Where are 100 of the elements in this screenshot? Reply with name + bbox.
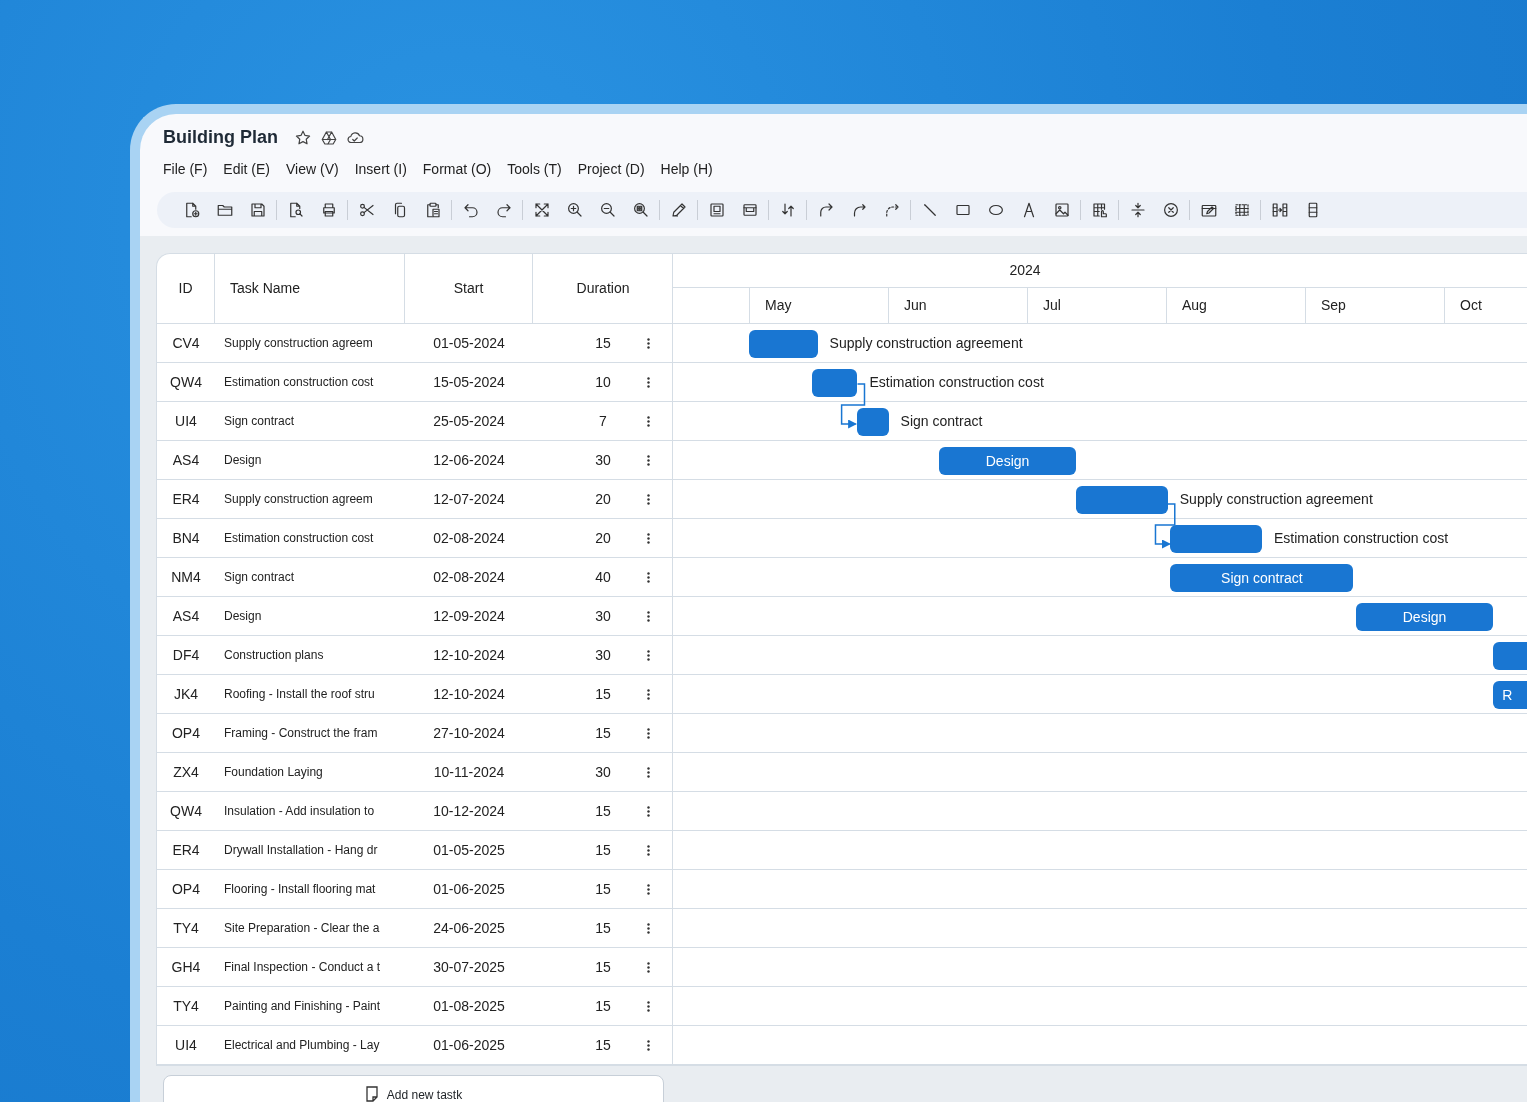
table-cell-text: 12-09-2024 bbox=[432, 606, 506, 626]
month-label: Sep bbox=[1321, 296, 1346, 315]
table-cell-text: 30 bbox=[594, 450, 612, 470]
table-cell-text: 15 bbox=[594, 801, 612, 821]
bar-label: Sign contract bbox=[900, 412, 983, 431]
task-bar[interactable]: Sign contract bbox=[1170, 564, 1354, 592]
table-cell-text: BN4 bbox=[171, 528, 201, 548]
table-cell-text: 15 bbox=[594, 723, 612, 743]
table-cell-text: 15 bbox=[594, 918, 612, 938]
window-title: Building Plan bbox=[163, 126, 278, 149]
more-icon[interactable] bbox=[647, 766, 650, 778]
table-cell-text: 15 bbox=[594, 840, 612, 860]
month-label: Jul bbox=[1043, 296, 1061, 315]
table-cell-text: Framing - Construct the fram bbox=[223, 725, 379, 742]
more-icon[interactable] bbox=[647, 805, 650, 817]
more-icon[interactable] bbox=[647, 1000, 650, 1012]
more-icon[interactable] bbox=[647, 649, 650, 661]
table-cell-text: 20 bbox=[594, 528, 612, 548]
table-cell-text: 15 bbox=[594, 996, 612, 1016]
menu-item[interactable]: Insert (I) bbox=[354, 159, 407, 180]
table-cell-text: 15-05-2024 bbox=[432, 372, 506, 392]
table-cell-text: Supply construction agreem bbox=[223, 335, 374, 352]
table-cell-text: JK4 bbox=[172, 684, 200, 704]
more-icon[interactable] bbox=[647, 844, 650, 856]
table-cell-text: Electrical and Plumbing - Lay bbox=[223, 1037, 381, 1054]
add-task-button[interactable]: Add new tastk bbox=[163, 1075, 664, 1102]
table-cell-text: Foundation Laying bbox=[223, 764, 324, 781]
menu-item[interactable]: Help (H) bbox=[660, 159, 713, 180]
star-icon[interactable] bbox=[294, 128, 312, 147]
month-label: Oct bbox=[1460, 296, 1482, 315]
table-cell-text: DF4 bbox=[171, 645, 201, 665]
table-cell-text: Insulation - Add insulation to bbox=[223, 803, 376, 820]
table-cell-text: 30 bbox=[594, 606, 612, 626]
table-cell-text: TY4 bbox=[172, 918, 200, 938]
more-icon[interactable] bbox=[647, 961, 650, 973]
table-cell-text: 01-05-2025 bbox=[432, 840, 506, 860]
menu-item[interactable]: Project (D) bbox=[577, 159, 645, 180]
task-bar[interactable]: Design bbox=[938, 447, 1077, 475]
more-icon[interactable] bbox=[647, 532, 650, 544]
more-icon[interactable] bbox=[647, 415, 650, 427]
more-icon[interactable] bbox=[647, 727, 650, 739]
task-bar[interactable] bbox=[811, 369, 858, 397]
more-icon[interactable] bbox=[647, 571, 650, 583]
menu-item[interactable]: View (V) bbox=[286, 159, 339, 180]
table-cell-text: 24-06-2025 bbox=[432, 918, 506, 938]
table-cell-text: AS4 bbox=[171, 606, 201, 626]
table-cell-text: NM4 bbox=[170, 567, 202, 587]
table-cell-text: 7 bbox=[598, 411, 608, 431]
more-icon[interactable] bbox=[647, 1039, 650, 1051]
task-bar[interactable] bbox=[856, 408, 889, 436]
table-cell-text: OP4 bbox=[171, 879, 201, 899]
table-cell-text: 27-10-2024 bbox=[432, 723, 506, 743]
more-icon[interactable] bbox=[647, 610, 650, 622]
table-cell-text: 02-08-2024 bbox=[432, 528, 506, 548]
table-cell-text: Supply construction agreem bbox=[223, 491, 374, 508]
table-cell-text: 15 bbox=[594, 684, 612, 704]
table-cell-text: Final Inspection - Conduct a t bbox=[223, 959, 382, 976]
table-cell-text: Construction plans bbox=[223, 647, 325, 664]
table-cell-text: Sign contract bbox=[223, 413, 296, 430]
task-bar[interactable]: R bbox=[1493, 681, 1527, 709]
column-header: ID bbox=[178, 279, 193, 298]
table-cell-text: 12-07-2024 bbox=[432, 489, 506, 509]
table-cell-text: QW4 bbox=[169, 801, 203, 821]
table-cell-text: 15 bbox=[594, 957, 612, 977]
bar-label: Estimation construction cost bbox=[1273, 529, 1449, 548]
column-header: Duration bbox=[576, 279, 630, 298]
task-bar[interactable]: Design bbox=[1355, 603, 1494, 631]
more-icon[interactable] bbox=[647, 337, 650, 349]
table-cell-text: UI4 bbox=[174, 1035, 198, 1055]
table-cell-text: 01-08-2025 bbox=[432, 996, 506, 1016]
month-label: Aug bbox=[1182, 296, 1207, 315]
menu-item[interactable]: Tools (T) bbox=[507, 159, 562, 180]
menu-item[interactable]: Format (O) bbox=[422, 159, 492, 180]
table-cell-text: CV4 bbox=[171, 333, 201, 353]
table-cell-text: 15 bbox=[594, 1035, 612, 1055]
table-cell-text: Design bbox=[223, 608, 263, 625]
table-cell-text: GH4 bbox=[170, 957, 202, 977]
more-icon[interactable] bbox=[647, 883, 650, 895]
menu-item[interactable]: Edit (E) bbox=[223, 159, 270, 180]
table-cell-text: QW4 bbox=[169, 372, 203, 392]
more-icon[interactable] bbox=[647, 454, 650, 466]
table-cell-text: AS4 bbox=[171, 450, 201, 470]
table-cell-text: Painting and Finishing - Paint bbox=[223, 998, 382, 1015]
column-header: Task Name bbox=[230, 279, 301, 298]
month-label: May bbox=[765, 296, 792, 315]
more-icon[interactable] bbox=[647, 376, 650, 388]
more-icon[interactable] bbox=[647, 688, 650, 700]
table-cell-text: Estimation construction cost bbox=[223, 374, 375, 391]
month-label: Jun bbox=[904, 296, 927, 315]
table-cell-text: 12-10-2024 bbox=[432, 684, 506, 704]
bar-label: Supply construction agreement bbox=[1179, 490, 1373, 509]
table-cell-text: 40 bbox=[594, 567, 612, 587]
more-icon[interactable] bbox=[647, 922, 650, 934]
table-cell-text: 02-08-2024 bbox=[432, 567, 506, 587]
menu-item[interactable]: File (F) bbox=[163, 159, 208, 180]
table-cell-text: 12-06-2024 bbox=[432, 450, 506, 470]
more-icon[interactable] bbox=[647, 493, 650, 505]
table-cell-text: 01-06-2025 bbox=[432, 879, 506, 899]
table-cell-text: Site Preparation - Clear the a bbox=[223, 920, 381, 937]
table-cell-text: Sign contract bbox=[223, 569, 296, 586]
